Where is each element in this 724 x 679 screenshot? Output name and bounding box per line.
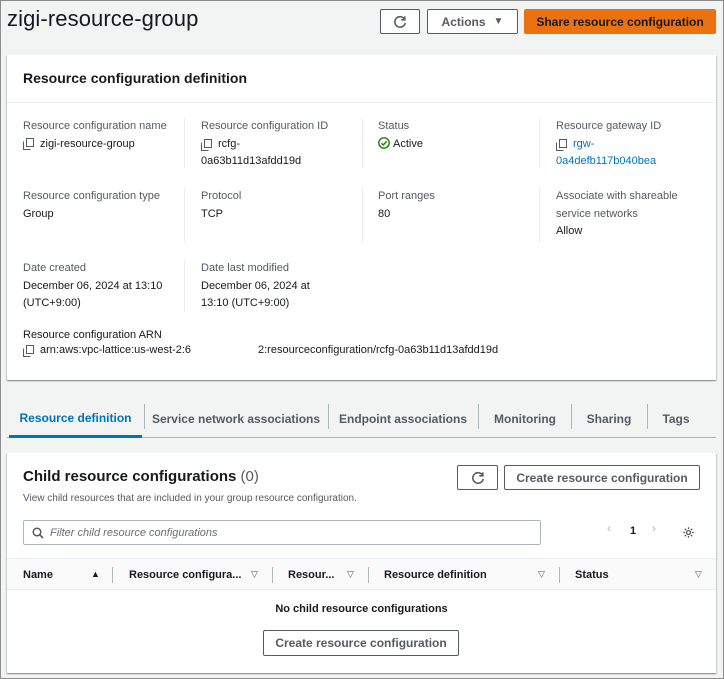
caret-down-icon: ▼ [493, 16, 504, 27]
empty-state-text: No child resource configurations [275, 603, 448, 615]
type-value: Group [23, 207, 54, 220]
child-title-text: Child resource configurations [23, 468, 237, 485]
child-configurations-panel: Child resource configurations (0) View c… [7, 453, 716, 673]
tab-sharing[interactable]: Sharing [572, 400, 646, 438]
column-divider[interactable] [112, 567, 113, 583]
column-header-status[interactable]: Status [575, 559, 609, 591]
copy-icon[interactable] [201, 138, 212, 151]
filter-search-box[interactable] [23, 520, 541, 545]
copy-icon[interactable] [23, 345, 34, 357]
tab-endpoint-associations[interactable]: Endpoint associations [329, 400, 477, 438]
id-value-line1: rcfg- [218, 137, 240, 150]
status-label: Status [378, 120, 410, 132]
refresh-button[interactable] [380, 9, 420, 34]
name-value: zigi-resource-group [40, 137, 135, 150]
field-protocol: Protocol TCP [201, 188, 351, 223]
tab-service-network-associations[interactable]: Service network associations [145, 400, 327, 438]
name-label: Resource configuration name [23, 120, 167, 132]
refresh-icon [471, 471, 484, 484]
column-divider [539, 118, 540, 168]
column-header-resource-definition[interactable]: Resource definition [384, 559, 487, 591]
type-label: Resource configuration type [23, 190, 160, 202]
modified-line2: 13:10 (UTC+9:00) [201, 297, 290, 309]
child-panel-title: Child resource configurations (0) [23, 468, 259, 485]
gateway-link-line2[interactable]: 0a4defb117b040bea [556, 153, 706, 171]
previous-page-icon[interactable]: ‹ [607, 521, 611, 535]
field-ports: Port ranges 80 [378, 188, 528, 223]
column-divider[interactable] [559, 567, 560, 583]
column-divider [184, 188, 185, 243]
id-value-line2: 0a63b11d13afdd19d [201, 155, 302, 167]
field-status: Status Active [378, 118, 528, 153]
column-divider [184, 260, 185, 312]
refresh-icon [394, 15, 407, 28]
shareable-label-line2: service networks [556, 207, 638, 220]
copy-icon[interactable] [556, 138, 567, 151]
modified-line1: December 06, 2024 at [201, 279, 310, 292]
filter-search-input[interactable] [50, 526, 510, 539]
tab-resource-definition[interactable]: Resource definition [9, 400, 142, 438]
column-header-resource[interactable]: Resour... [288, 559, 334, 591]
status-value: Active [393, 137, 423, 150]
share-resource-configuration-button[interactable]: Share resource configuration [524, 9, 716, 34]
column-divider [539, 188, 540, 243]
arn-value-part2: 2:resourceconfiguration/rcfg-0a63b11d13a… [258, 344, 499, 356]
field-arn: arn:aws:vpc-lattice:us-west-2:6 2:resourc… [23, 344, 498, 357]
column-header-resource-configuration[interactable]: Resource configura... [129, 559, 241, 591]
field-type: Resource configuration type Group [23, 188, 173, 223]
field-id: Resource configuration ID rcfg- 0a63b11d… [201, 118, 351, 171]
success-check-icon [378, 136, 390, 149]
arn-label: Resource configuration ARN [23, 329, 162, 341]
shareable-value: Allow [556, 225, 583, 237]
id-label: Resource configuration ID [201, 120, 329, 132]
field-shareable: Associate with shareable service network… [556, 188, 711, 241]
actions-dropdown-button[interactable]: Actions ▼ [427, 9, 518, 34]
modified-label: Date last modified [201, 262, 290, 274]
search-icon [32, 526, 44, 539]
gateway-link-line1[interactable]: rgw- [573, 136, 594, 154]
definition-panel-title: Resource configuration definition [7, 55, 716, 103]
sort-icon[interactable]: ▽ [695, 569, 702, 580]
protocol-value: TCP [201, 207, 223, 220]
child-panel-description: View child resources that are included i… [23, 493, 357, 504]
copy-icon[interactable] [23, 137, 34, 150]
field-created: Date created December 06, 2024 at 13:10 … [23, 260, 183, 313]
page-number[interactable]: 1 [630, 525, 636, 537]
column-header-name[interactable]: Name [23, 559, 53, 591]
column-divider[interactable] [368, 567, 369, 583]
sort-ascending-icon[interactable]: ▲ [91, 569, 100, 579]
tab-monitoring[interactable]: Monitoring [479, 400, 571, 438]
column-divider[interactable] [272, 567, 273, 583]
tab-bar: Resource definition Service network asso… [7, 400, 716, 438]
protocol-label: Protocol [201, 190, 242, 202]
child-refresh-button[interactable] [457, 465, 498, 490]
column-divider [184, 118, 185, 168]
create-resource-configuration-button[interactable]: Create resource configuration [504, 465, 700, 490]
sort-icon[interactable]: ▽ [251, 569, 258, 580]
empty-state-create-button[interactable]: Create resource configuration [263, 630, 459, 656]
field-modified: Date last modified December 06, 2024 at … [201, 260, 361, 313]
arn-value-part1: arn:aws:vpc-lattice:us-west-2:6 [40, 344, 191, 356]
field-name: Resource configuration name zigi-resourc… [23, 118, 173, 153]
shareable-label-line1: Associate with shareable [556, 190, 678, 202]
sort-icon[interactable]: ▽ [538, 569, 545, 580]
tab-tags[interactable]: Tags [648, 400, 704, 438]
definition-panel: Resource configuration definition Resour… [7, 55, 716, 380]
column-divider [362, 118, 363, 168]
gateway-label: Resource gateway ID [556, 120, 662, 132]
actions-label: Actions [441, 14, 486, 29]
ports-label: Port ranges [378, 190, 435, 202]
created-line1: December 06, 2024 at 13:10 [23, 279, 163, 292]
created-label: Date created [23, 262, 86, 274]
child-count: (0) [240, 468, 259, 485]
ports-value: 80 [378, 207, 391, 220]
next-page-icon[interactable]: › [652, 521, 656, 535]
field-gateway: Resource gateway ID rgw- 0a4defb117b040b… [556, 118, 706, 171]
gear-icon[interactable] [682, 526, 695, 539]
page-title: zigi-resource-group [7, 6, 199, 31]
created-line2: (UTC+9:00) [23, 297, 81, 309]
table-header: Name ▲ Resource configura... ▽ Resour...… [7, 558, 716, 590]
sort-icon[interactable]: ▽ [347, 569, 354, 580]
column-divider [362, 188, 363, 243]
